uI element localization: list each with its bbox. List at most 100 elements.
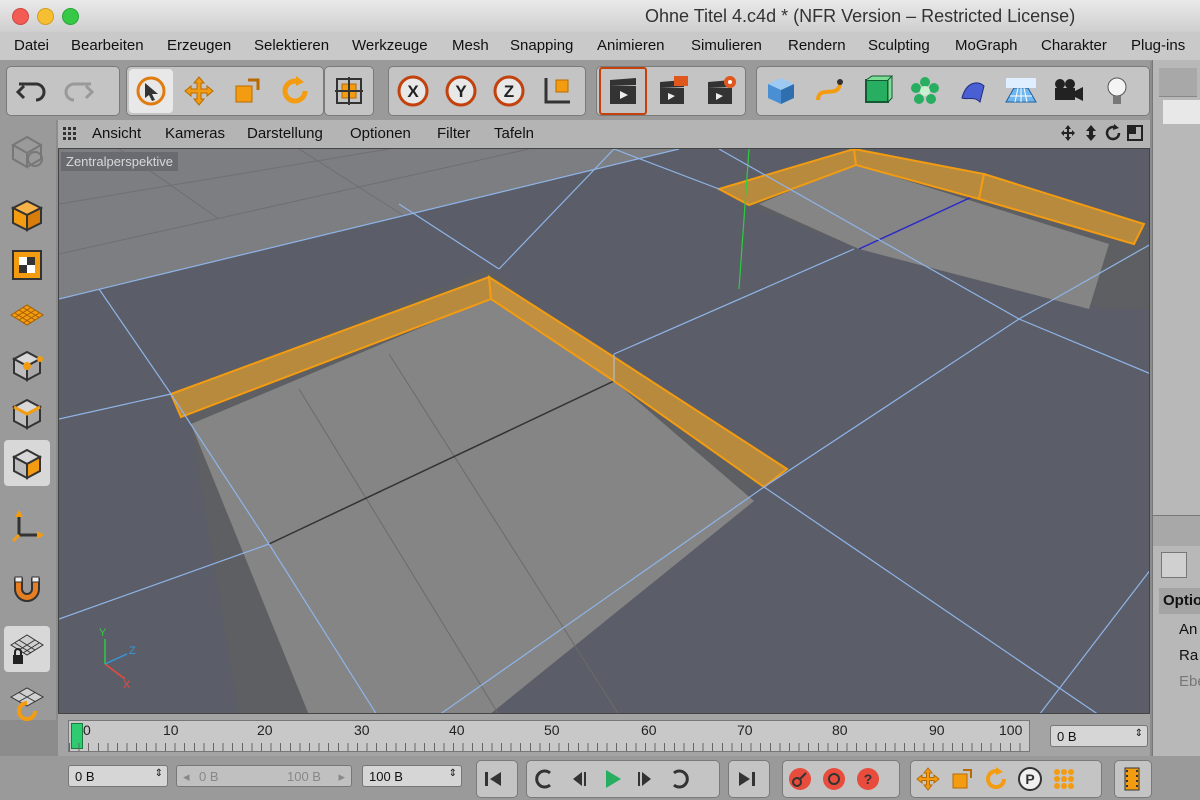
y-axis-lock-button[interactable]: Y <box>439 69 483 113</box>
menu-mesh[interactable]: Mesh <box>452 37 489 54</box>
viewport-grip-icon <box>62 126 76 144</box>
render-picture-viewer-button[interactable] <box>651 69 695 113</box>
min-frame-field[interactable]: 0 B ⇕ <box>68 765 168 787</box>
menu-snapping[interactable]: Snapping <box>510 37 573 54</box>
current-frame-field[interactable]: 0 B ⇕ <box>1050 725 1148 747</box>
x-axis-lock-button[interactable]: X <box>391 69 435 113</box>
snapping-button[interactable] <box>4 566 50 612</box>
workplane-grid-icon <box>10 304 44 326</box>
keyframe-selection-button[interactable]: ? <box>851 762 885 796</box>
timeline: 0 10 20 30 40 50 60 70 80 90 100 0 B ⇕ <box>58 714 1150 756</box>
move-icon <box>184 76 214 106</box>
record-position-button[interactable] <box>911 762 945 796</box>
menu-selektieren[interactable]: Selektieren <box>254 37 329 54</box>
viewport-menu-kameras[interactable]: Kameras <box>165 125 225 142</box>
goto-end-button[interactable] <box>729 762 763 796</box>
viewport-menu-ansicht[interactable]: Ansicht <box>92 125 141 142</box>
menu-sculpting[interactable]: Sculpting <box>868 37 930 54</box>
polygons-mode-button[interactable] <box>4 440 50 486</box>
render-settings-button[interactable] <box>699 69 743 113</box>
tick-label: 60 <box>641 722 657 738</box>
preview-range-slider[interactable]: ◂ 0 B 100 B ▸ <box>176 765 352 787</box>
previous-key-button[interactable] <box>527 762 561 796</box>
floor-object-button[interactable] <box>999 69 1043 113</box>
zoom-window-button[interactable] <box>62 8 79 25</box>
viewport-menu-filter[interactable]: Filter <box>437 125 470 142</box>
next-key-button[interactable] <box>663 762 697 796</box>
record-point-level-button[interactable] <box>1047 762 1081 796</box>
coordinate-system-button[interactable] <box>535 69 579 113</box>
goto-start-button[interactable] <box>477 762 511 796</box>
menu-mograph[interactable]: MoGraph <box>955 37 1018 54</box>
array-object-button[interactable] <box>903 69 947 113</box>
menu-plugins[interactable]: Plug-ins <box>1131 37 1185 54</box>
viewport-menu-optionen[interactable]: Optionen <box>350 125 411 142</box>
menu-bearbeiten[interactable]: Bearbeiten <box>71 37 144 54</box>
make-editable-icon <box>10 135 44 169</box>
viewport-menu-darstellung[interactable]: Darstellung <box>247 125 323 142</box>
make-editable-button[interactable] <box>4 128 50 174</box>
tick-label: 10 <box>163 722 179 738</box>
solo-grid-button[interactable] <box>4 680 50 726</box>
previous-frame-button[interactable] <box>561 762 595 796</box>
play-button[interactable] <box>595 762 629 796</box>
record-rotation-button[interactable] <box>979 762 1013 796</box>
next-frame-button[interactable] <box>629 762 663 796</box>
subdivision-surface-button[interactable] <box>855 69 899 113</box>
record-parameter-button[interactable]: P <box>1013 762 1047 796</box>
menu-simulieren[interactable]: Simulieren <box>691 37 762 54</box>
undo-button[interactable] <box>9 69 53 113</box>
deformer-button[interactable] <box>951 69 995 113</box>
light-object-button[interactable] <box>1095 69 1139 113</box>
menu-werkzeuge[interactable]: Werkzeuge <box>352 37 428 54</box>
viewport-menu-tafeln[interactable]: Tafeln <box>494 125 534 142</box>
axis-mode-button[interactable] <box>4 504 50 550</box>
cube-object-button[interactable] <box>759 69 803 113</box>
workplane-mode-button[interactable] <box>4 292 50 338</box>
workplane-lock-button[interactable] <box>4 626 50 672</box>
points-mode-button[interactable] <box>4 342 50 388</box>
previous-key-icon <box>535 769 551 789</box>
rotate-tool-button[interactable] <box>273 69 317 113</box>
autokey-icon <box>823 768 845 790</box>
scale-tool-button[interactable] <box>225 69 269 113</box>
options-tab[interactable]: Optio <box>1159 588 1200 614</box>
viewport-orbit-icon[interactable] <box>1104 124 1122 146</box>
skip-forward-icon <box>739 772 755 786</box>
spline-object-button[interactable] <box>807 69 851 113</box>
menu-rendern[interactable]: Rendern <box>788 37 846 54</box>
record-scale-button[interactable] <box>945 762 979 796</box>
texture-mode-button[interactable] <box>4 242 50 288</box>
recent-tools-button[interactable] <box>327 69 371 113</box>
viewport-maximize-icon[interactable] <box>1126 124 1144 146</box>
render-view-button[interactable] <box>599 67 647 115</box>
menu-erzeugen[interactable]: Erzeugen <box>167 37 231 54</box>
object-manager-list[interactable] <box>1163 100 1200 124</box>
timeline-ruler[interactable]: 0 10 20 30 40 50 60 70 80 90 100 <box>68 720 1030 752</box>
tick-label: 40 <box>449 722 465 738</box>
close-window-button[interactable] <box>12 8 29 25</box>
model-mode-button[interactable] <box>4 192 50 238</box>
edges-mode-button[interactable] <box>4 390 50 436</box>
viewport-move-icon[interactable] <box>1060 124 1076 146</box>
model-mode-cube-icon <box>10 199 44 232</box>
minimize-window-button[interactable] <box>37 8 54 25</box>
autokeying-button[interactable] <box>817 762 851 796</box>
camera-object-button[interactable] <box>1047 69 1091 113</box>
3d-viewport[interactable]: Zentralperspektive Y Z X <box>58 148 1150 714</box>
position-icon <box>916 767 940 791</box>
z-axis-lock-button[interactable]: Z <box>487 69 531 113</box>
next-key-icon <box>673 769 689 789</box>
move-tool-button[interactable] <box>177 69 221 113</box>
redo-button[interactable] <box>57 69 101 113</box>
max-frame-field[interactable]: 100 B ⇕ <box>362 765 462 787</box>
menu-animieren[interactable]: Animieren <box>597 37 665 54</box>
record-active-objects-button[interactable] <box>783 762 817 796</box>
timeline-window-button[interactable] <box>1115 762 1149 796</box>
rotation-channel-icon <box>986 767 1007 789</box>
scale-channel-icon <box>952 769 972 789</box>
menu-datei[interactable]: Datei <box>14 37 49 54</box>
viewport-dolly-icon[interactable] <box>1084 124 1098 146</box>
menu-charakter[interactable]: Charakter <box>1041 37 1107 54</box>
select-tool-button[interactable] <box>129 69 173 113</box>
